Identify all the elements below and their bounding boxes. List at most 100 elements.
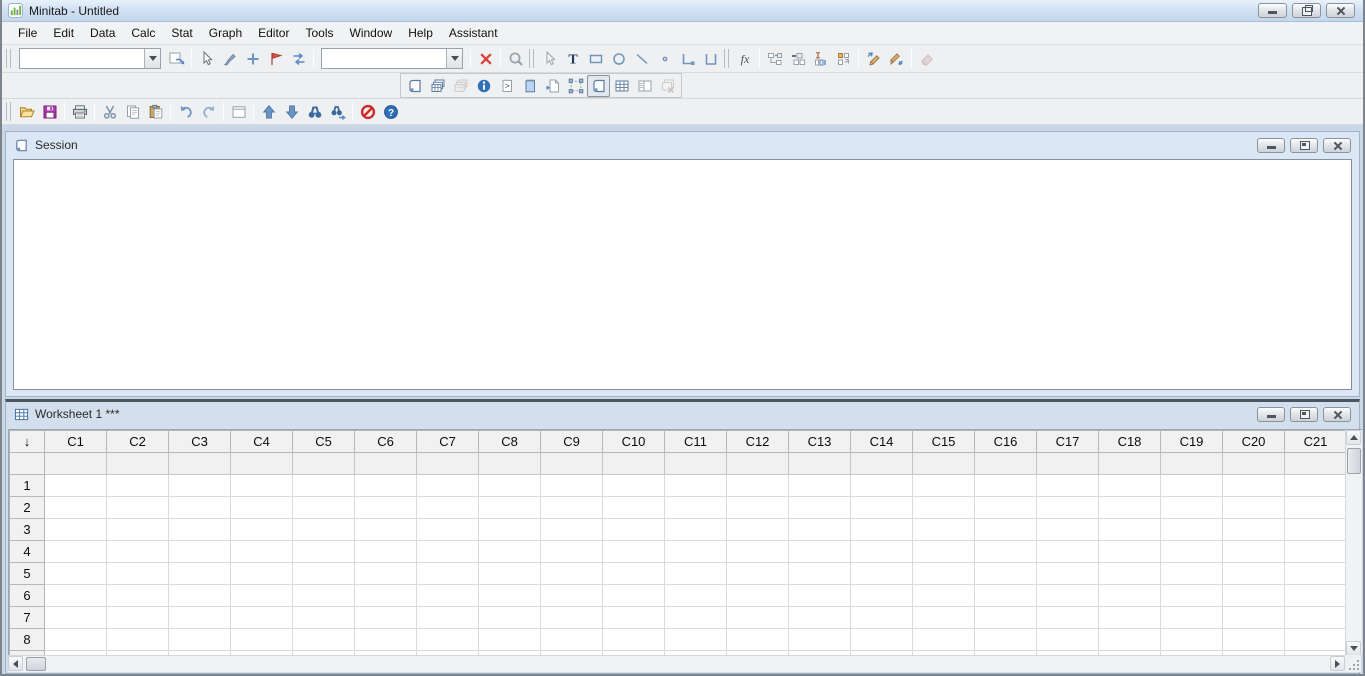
cell-C14-8[interactable]: [851, 629, 913, 651]
cell-C21-1[interactable]: [1285, 475, 1347, 497]
cell-C8-5[interactable]: [479, 563, 541, 585]
session-minimize-button[interactable]: [1257, 138, 1285, 153]
row-header-6[interactable]: 6: [10, 585, 45, 607]
name-cell-C5[interactable]: [293, 453, 355, 475]
cell-C3-4[interactable]: [169, 541, 231, 563]
find-next-button[interactable]: [326, 101, 349, 123]
cell-C13-2[interactable]: [789, 497, 851, 519]
cell-C15-2[interactable]: [913, 497, 975, 519]
brush-button[interactable]: [218, 48, 241, 70]
cell-C2-2[interactable]: [107, 497, 169, 519]
cell-C9-6[interactable]: [541, 585, 603, 607]
cell-C5-5[interactable]: [293, 563, 355, 585]
column-header-C12[interactable]: C12: [727, 431, 789, 453]
cell-C20-1[interactable]: [1223, 475, 1285, 497]
cell-C5-6[interactable]: [293, 585, 355, 607]
info-button[interactable]: [472, 75, 495, 97]
cell-C10-3[interactable]: [603, 519, 665, 541]
cell-C13-7[interactable]: [789, 607, 851, 629]
cell-C15-5[interactable]: [913, 563, 975, 585]
cell-C17-8[interactable]: [1037, 629, 1099, 651]
menu-edit[interactable]: Edit: [45, 23, 82, 43]
edit-last-dialog-button[interactable]: [165, 48, 188, 70]
column-header-C6[interactable]: C6: [355, 431, 417, 453]
column-header-C16[interactable]: C16: [975, 431, 1037, 453]
cell-C16-5[interactable]: [975, 563, 1037, 585]
cell-C17-6[interactable]: [1037, 585, 1099, 607]
row-header-8[interactable]: 8: [10, 629, 45, 651]
cell-C7-3[interactable]: [417, 519, 479, 541]
cell-C10-4[interactable]: [603, 541, 665, 563]
cell-C19-8[interactable]: [1161, 629, 1223, 651]
cell-C12-8[interactable]: [727, 629, 789, 651]
graphs-select-button[interactable]: [564, 75, 587, 97]
row-header-2[interactable]: 2: [10, 497, 45, 519]
name-cell-C13[interactable]: [789, 453, 851, 475]
name-cell-C18[interactable]: [1099, 453, 1161, 475]
name-cell-C17[interactable]: [1037, 453, 1099, 475]
pencil-drop-button[interactable]: [885, 48, 908, 70]
cell-C13-1[interactable]: [789, 475, 851, 497]
cell-C14-7[interactable]: [851, 607, 913, 629]
polyline-tool-button[interactable]: [676, 48, 699, 70]
cell-C2-5[interactable]: [107, 563, 169, 585]
cell-C15-7[interactable]: [913, 607, 975, 629]
cell-C1-7[interactable]: [45, 607, 107, 629]
split-node-button[interactable]: [763, 48, 786, 70]
cell-C2-4[interactable]: [107, 541, 169, 563]
cell-C17-2[interactable]: [1037, 497, 1099, 519]
cell-C6-4[interactable]: [355, 541, 417, 563]
cell-C21-6[interactable]: [1285, 585, 1347, 607]
cell-C4-6[interactable]: [231, 585, 293, 607]
cell-C20-3[interactable]: [1223, 519, 1285, 541]
name-cell-C8[interactable]: [479, 453, 541, 475]
name-cell-C20[interactable]: [1223, 453, 1285, 475]
line-tool-button[interactable]: [630, 48, 653, 70]
cell-C9-7[interactable]: [541, 607, 603, 629]
toolbar-grip[interactable]: [724, 49, 729, 68]
cell-C15-8[interactable]: [913, 629, 975, 651]
minimize-button[interactable]: [1258, 3, 1287, 18]
cell-C15-4[interactable]: [913, 541, 975, 563]
cell-C17-1[interactable]: [1037, 475, 1099, 497]
cell-C20-8[interactable]: [1223, 629, 1285, 651]
column-header-C10[interactable]: C10: [603, 431, 665, 453]
copy-button[interactable]: [121, 101, 144, 123]
print-button[interactable]: [68, 101, 91, 123]
graph-item-combobox[interactable]: [19, 48, 161, 69]
cell-C9-4[interactable]: [541, 541, 603, 563]
column-header-C13[interactable]: C13: [789, 431, 851, 453]
column-header-C18[interactable]: C18: [1099, 431, 1161, 453]
cell-C4-2[interactable]: [231, 497, 293, 519]
cell-C21-7[interactable]: [1285, 607, 1347, 629]
cell-C12-3[interactable]: [727, 519, 789, 541]
cell-C14-6[interactable]: [851, 585, 913, 607]
cell-C3-6[interactable]: [169, 585, 231, 607]
cell-C16-3[interactable]: [975, 519, 1037, 541]
cell-C12-1[interactable]: [727, 475, 789, 497]
cell-C15-3[interactable]: [913, 519, 975, 541]
cell-C18-8[interactable]: [1099, 629, 1161, 651]
cell-C7-8[interactable]: [417, 629, 479, 651]
menu-editor[interactable]: Editor: [250, 23, 297, 43]
column-header-C5[interactable]: C5: [293, 431, 355, 453]
flag-button[interactable]: [264, 48, 287, 70]
cell-C12-2[interactable]: [727, 497, 789, 519]
cut-button[interactable]: [98, 101, 121, 123]
cell-C11-1[interactable]: [665, 475, 727, 497]
cell-C16-1[interactable]: [975, 475, 1037, 497]
cell-C3-2[interactable]: [169, 497, 231, 519]
cell-C10-1[interactable]: [603, 475, 665, 497]
insert-column-button[interactable]: [809, 48, 832, 70]
new-window-button[interactable]: [227, 101, 250, 123]
cell-C8-1[interactable]: [479, 475, 541, 497]
cell-C13-8[interactable]: [789, 629, 851, 651]
name-cell-C12[interactable]: [727, 453, 789, 475]
cell-C10-5[interactable]: [603, 563, 665, 585]
column-header-C19[interactable]: C19: [1161, 431, 1223, 453]
cell-C3-7[interactable]: [169, 607, 231, 629]
name-cell-C19[interactable]: [1161, 453, 1223, 475]
cell-C13-6[interactable]: [789, 585, 851, 607]
cell-C20-7[interactable]: [1223, 607, 1285, 629]
cell-C6-8[interactable]: [355, 629, 417, 651]
